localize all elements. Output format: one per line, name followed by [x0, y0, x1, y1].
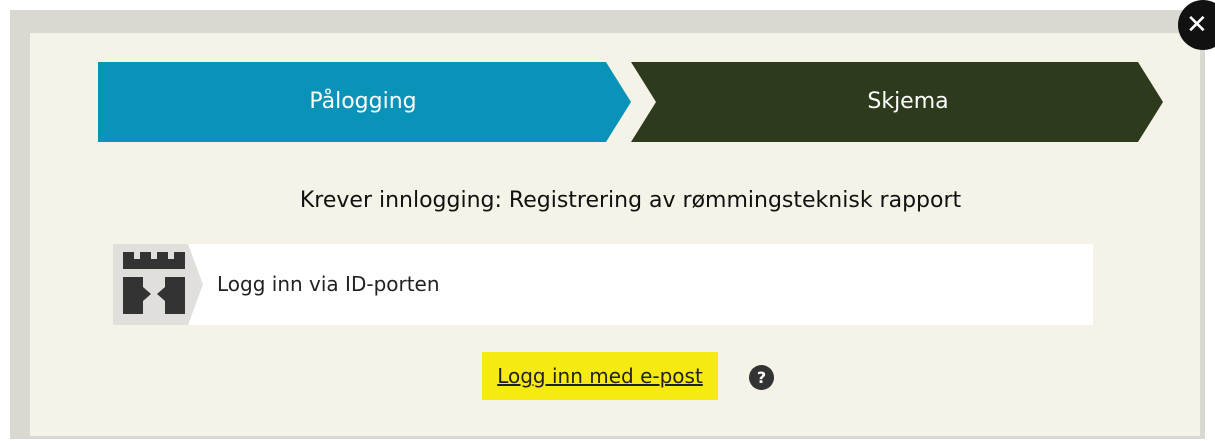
- page-title: Krever innlogging: Registrering av rømmi…: [299, 188, 962, 213]
- id-porten-gate-icon: [113, 244, 203, 325]
- step-palogging-label: Pålogging: [309, 89, 417, 114]
- close-glyph: ✕: [1186, 10, 1208, 40]
- idporten-login-label: Logg inn via ID-porten: [217, 272, 440, 296]
- step-skjema-label: Skjema: [867, 89, 949, 114]
- idporten-login-button[interactable]: Logg inn via ID-porten: [113, 244, 1093, 325]
- step-progress: Pålogging Skjema: [98, 62, 1163, 142]
- help-icon[interactable]: ?: [749, 365, 774, 390]
- help-glyph: ?: [756, 368, 767, 387]
- email-login-row: Logg inn med e-post ?: [98, 352, 1163, 400]
- email-login-link[interactable]: Logg inn med e-post: [482, 352, 718, 400]
